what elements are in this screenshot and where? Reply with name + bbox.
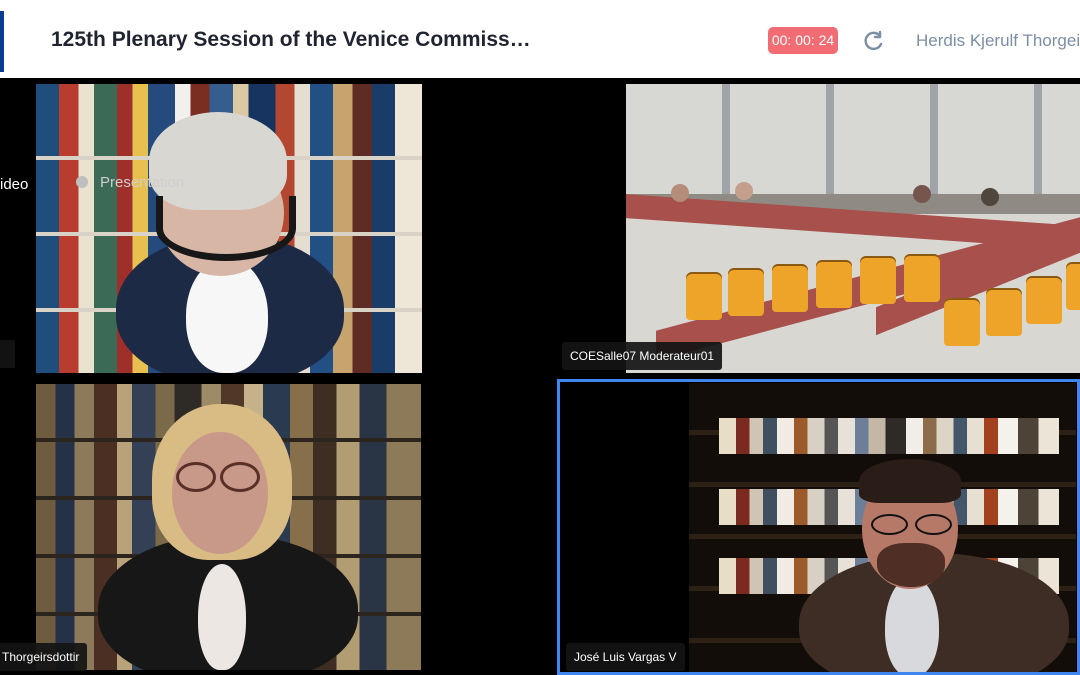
chair-9 bbox=[1026, 276, 1062, 324]
glasses-icon-right bbox=[220, 462, 260, 492]
video-tile-presenter[interactable]: ideo Presentation bbox=[0, 78, 553, 375]
video-grid: ideo Presentation COESalle07 Moderateur0… bbox=[0, 78, 1080, 675]
chair-4 bbox=[816, 260, 852, 308]
video-tile-thorgeirsdottir[interactable]: Thorgeirsdottir bbox=[0, 379, 553, 675]
glasses-icon-right bbox=[915, 514, 952, 535]
chair-2 bbox=[728, 268, 764, 316]
video-tile-moderator[interactable]: COESalle07 Moderateur01 bbox=[557, 78, 1080, 375]
top-bar: 125th Plenary Session of the Venice Comm… bbox=[0, 0, 1080, 78]
video-label: ideo bbox=[0, 176, 29, 193]
chair-3 bbox=[772, 264, 808, 312]
user-name[interactable]: Herdis Kjerulf Thorgeirs bbox=[916, 31, 1080, 51]
partial-name-label bbox=[0, 340, 15, 368]
attendee-1 bbox=[671, 184, 689, 202]
attendee-2 bbox=[735, 182, 753, 200]
presentation-label: Presentation bbox=[100, 174, 185, 191]
chair-1 bbox=[686, 272, 722, 320]
logo-strip bbox=[0, 8, 4, 11]
chair-6 bbox=[904, 254, 940, 302]
headset-icon bbox=[156, 196, 296, 261]
chair-7 bbox=[944, 298, 980, 346]
attendee-4 bbox=[981, 188, 999, 206]
session-title: 125th Plenary Session of the Venice Comm… bbox=[51, 28, 531, 51]
glasses-icon bbox=[871, 514, 908, 535]
chair-10 bbox=[1066, 262, 1080, 310]
vargas-feed bbox=[689, 383, 1076, 672]
thorgeirsdottir-shirt bbox=[198, 564, 246, 670]
presenter-feed bbox=[36, 84, 422, 373]
room-window bbox=[626, 84, 1080, 194]
participant-name-label: José Luis Vargas V bbox=[566, 643, 685, 671]
chair-8 bbox=[986, 288, 1022, 336]
thorgeirsdottir-feed bbox=[36, 384, 421, 670]
thorgeirsdottir-face bbox=[172, 432, 268, 554]
attendee-3 bbox=[913, 185, 931, 203]
video-tile-vargas[interactable]: José Luis Vargas V bbox=[557, 379, 1080, 675]
participant-name-label: COESalle07 Moderateur01 bbox=[562, 342, 723, 370]
vargas-beard bbox=[877, 543, 945, 587]
glasses-icon bbox=[176, 462, 216, 492]
venice-commission-logo bbox=[0, 8, 4, 72]
presentation-dot-icon bbox=[76, 176, 88, 188]
vargas-hair bbox=[859, 459, 961, 503]
participant-name-label: Thorgeirsdottir bbox=[0, 643, 88, 671]
book-row-1 bbox=[719, 418, 1059, 454]
refresh-icon[interactable] bbox=[862, 29, 886, 53]
vargas-shirt bbox=[885, 577, 939, 672]
chair-5 bbox=[860, 256, 896, 304]
timer-badge: 00: 00: 24 bbox=[768, 27, 838, 54]
moderator-feed bbox=[626, 84, 1080, 373]
